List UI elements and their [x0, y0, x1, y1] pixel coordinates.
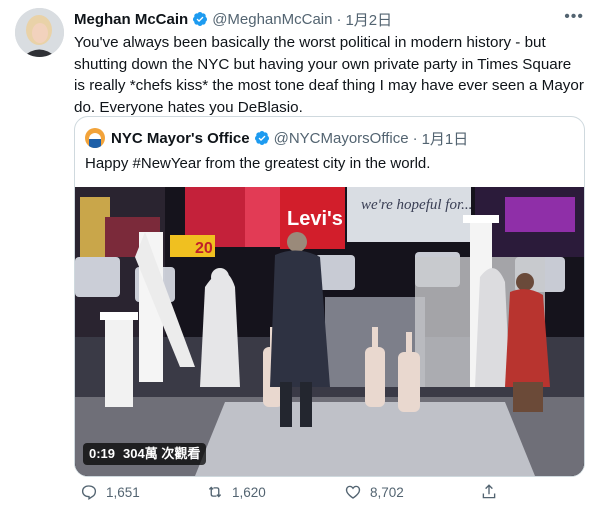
- more-options-icon[interactable]: •••: [564, 8, 584, 26]
- tweet-header: Meghan McCain @MeghanMcCain · 1月2日: [74, 8, 584, 30]
- video-view-count: 304萬 次觀看: [123, 446, 201, 461]
- separator-dot: ·: [336, 10, 342, 28]
- quoted-author-avatar: [85, 128, 105, 148]
- author-handle[interactable]: @MeghanMcCain: [212, 11, 332, 28]
- quoted-tweet-text: Happy #NewYear from the greatest city in…: [85, 155, 431, 172]
- heart-icon: [345, 485, 361, 499]
- tweet-action-bar: 1,651 1,620 8,702: [74, 480, 514, 504]
- verified-badge-icon: [254, 131, 269, 145]
- quoted-tweet-date[interactable]: 1月1日: [422, 128, 469, 149]
- author-avatar[interactable]: [15, 8, 64, 57]
- like-count: 8,702: [370, 484, 404, 500]
- tweet-date[interactable]: 1月2日: [345, 9, 392, 30]
- quoted-author-name[interactable]: NYC Mayor's Office: [111, 130, 250, 147]
- retweet-count: 1,620: [232, 484, 266, 500]
- sign-number: 20: [195, 240, 213, 257]
- reply-count: 1,651: [106, 484, 140, 500]
- billboard-brand: Levi's: [287, 208, 343, 230]
- share-button[interactable]: [480, 480, 498, 504]
- video-player[interactable]: Levi's we're hopeful for... 20 0:19 304萬…: [75, 187, 584, 476]
- video-duration: 0:19: [89, 446, 116, 461]
- separator-dot: ·: [412, 129, 418, 147]
- video-info-badge: 0:19 304萬 次觀看: [83, 443, 207, 465]
- reply-button[interactable]: 1,651: [80, 480, 140, 504]
- reply-icon: [81, 485, 97, 500]
- quoted-tweet-header: NYC Mayor's Office @NYCMayorsOffice · 1月…: [85, 127, 468, 149]
- author-name[interactable]: Meghan McCain: [74, 11, 188, 28]
- retweet-icon: [208, 486, 222, 498]
- billboard-message: we're hopeful for...: [361, 197, 472, 213]
- quoted-author-handle[interactable]: @NYCMayorsOffice: [274, 130, 409, 147]
- like-button[interactable]: 8,702: [344, 480, 404, 504]
- quoted-tweet[interactable]: NYC Mayor's Office @NYCMayorsOffice · 1月…: [74, 116, 585, 477]
- retweet-button[interactable]: 1,620: [206, 480, 266, 504]
- verified-badge-icon: [193, 12, 208, 26]
- share-icon: [482, 484, 496, 499]
- tweet-text: You've always been basically the worst p…: [74, 34, 584, 116]
- video-frame: Levi's we're hopeful for... 20: [75, 187, 584, 476]
